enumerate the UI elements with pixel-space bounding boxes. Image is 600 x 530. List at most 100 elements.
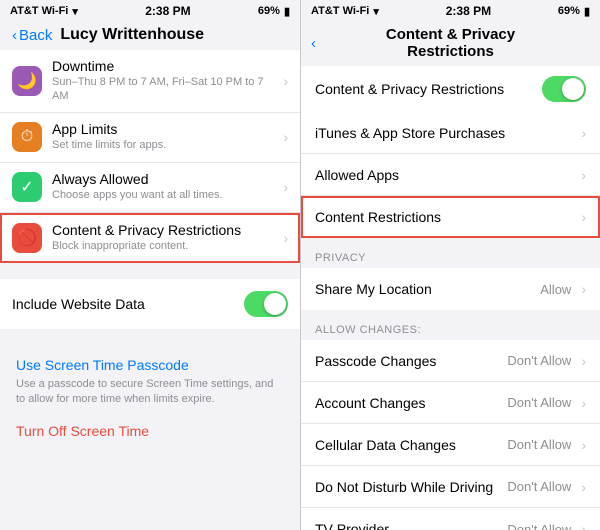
right-status-bar: AT&T Wi-Fi ▾ 2:38 PM 69% ▮ — [301, 0, 600, 22]
do-not-disturb-item[interactable]: Do Not Disturb While Driving Don't Allow… — [301, 466, 600, 508]
cellular-changes-value: Don't Allow — [507, 437, 571, 452]
left-back-chevron: ‹ — [12, 27, 17, 44]
right-status-right: 69% ▮ — [558, 5, 590, 18]
right-time: 2:38 PM — [446, 4, 491, 18]
content-restrictions-chevron: › — [581, 209, 586, 225]
content-privacy-icon: 🚫 — [17, 228, 37, 248]
itunes-title: iTunes & App Store Purchases — [315, 125, 575, 141]
gap-1 — [0, 263, 300, 279]
downtime-icon-bg: 🌙 — [12, 66, 42, 96]
always-allowed-subtitle: Choose apps you want at all times. — [52, 188, 277, 202]
account-changes-chevron: › — [581, 395, 586, 411]
right-status-left: AT&T Wi-Fi ▾ — [311, 5, 379, 18]
allow-changes-header: ALLOW CHANGES: — [301, 310, 600, 340]
tv-provider-value: Don't Allow — [507, 522, 571, 530]
downtime-icon: 🌙 — [17, 71, 37, 91]
account-changes-value: Don't Allow — [507, 395, 571, 410]
privacy-header: PRIVACY — [301, 238, 600, 268]
downtime-subtitle: Sun–Thu 8 PM to 7 AM, Fri–Sat 10 PM to 7… — [52, 75, 277, 104]
website-data-section: Include Website Data — [0, 279, 300, 329]
always-allowed-icon-bg: ✓ — [12, 172, 42, 202]
right-carrier: AT&T Wi-Fi — [311, 5, 369, 17]
do-not-disturb-chevron: › — [581, 479, 586, 495]
app-limits-content: App Limits Set time limits for apps. — [52, 121, 277, 152]
right-back-button[interactable]: ‹ — [311, 35, 316, 52]
app-limits-title: App Limits — [52, 121, 277, 137]
content-privacy-content: Content & Privacy Restrictions Block ina… — [52, 222, 277, 253]
content-privacy-toggle-knob — [562, 78, 584, 100]
left-back-button[interactable]: ‹ Back — [12, 27, 52, 44]
always-allowed-icon: ✓ — [20, 177, 33, 197]
left-carrier: AT&T Wi-Fi — [10, 5, 68, 17]
allowed-apps-item[interactable]: Allowed Apps › — [301, 154, 600, 196]
list-item-app-limits[interactable]: ⏱ App Limits Set time limits for apps. › — [0, 113, 300, 163]
right-main-list: iTunes & App Store Purchases › Allowed A… — [301, 112, 600, 238]
downtime-title: Downtime — [52, 58, 277, 74]
left-time: 2:38 PM — [145, 4, 190, 18]
list-item-downtime[interactable]: 🌙 Downtime Sun–Thu 8 PM to 7 AM, Fri–Sat… — [0, 50, 300, 113]
allowed-apps-title: Allowed Apps — [315, 167, 575, 183]
app-limits-subtitle: Set time limits for apps. — [52, 138, 277, 152]
gap-2 — [0, 329, 300, 345]
passcode-changes-title: Passcode Changes — [315, 353, 507, 369]
list-item-content-privacy[interactable]: 🚫 Content & Privacy Restrictions Block i… — [0, 213, 300, 263]
always-allowed-content: Always Allowed Choose apps you want at a… — [52, 171, 277, 202]
right-panel: AT&T Wi-Fi ▾ 2:38 PM 69% ▮ ‹ Content & P… — [300, 0, 600, 530]
passcode-link[interactable]: Use Screen Time Passcode — [0, 345, 300, 377]
website-data-title: Include Website Data — [12, 296, 244, 312]
right-battery: 69% — [558, 5, 580, 17]
content-privacy-toggle[interactable] — [542, 76, 586, 102]
left-back-label: Back — [19, 27, 52, 44]
privacy-list: Share My Location Allow › — [301, 268, 600, 310]
cellular-changes-item[interactable]: Cellular Data Changes Don't Allow › — [301, 424, 600, 466]
app-limits-chevron: › — [283, 129, 288, 145]
always-allowed-chevron: › — [283, 179, 288, 195]
share-location-chevron: › — [581, 281, 586, 297]
right-battery-icon: ▮ — [584, 5, 590, 18]
right-nav-bar: ‹ Content & Privacy Restrictions — [301, 22, 600, 66]
website-data-toggle[interactable] — [244, 291, 288, 317]
right-nav-title: Content & Privacy Restrictions — [313, 26, 588, 60]
content-restrictions-item[interactable]: Content Restrictions › — [301, 196, 600, 238]
include-website-item[interactable]: Include Website Data — [0, 279, 300, 329]
itunes-purchases-item[interactable]: iTunes & App Store Purchases › — [301, 112, 600, 154]
passcode-changes-item[interactable]: Passcode Changes Don't Allow › — [301, 340, 600, 382]
content-privacy-toggle-item[interactable]: Content & Privacy Restrictions — [301, 66, 600, 112]
share-location-title: Share My Location — [315, 281, 540, 297]
website-toggle-knob — [264, 293, 286, 315]
share-location-item[interactable]: Share My Location Allow › — [301, 268, 600, 310]
cellular-changes-title: Cellular Data Changes — [315, 437, 507, 453]
itunes-chevron: › — [581, 125, 586, 141]
downtime-content: Downtime Sun–Thu 8 PM to 7 AM, Fri–Sat 1… — [52, 58, 277, 104]
tv-provider-item[interactable]: TV Provider Don't Allow › — [301, 508, 600, 530]
right-wifi-icon: ▾ — [373, 5, 379, 18]
app-limits-icon-bg: ⏱ — [12, 122, 42, 152]
left-panel: AT&T Wi-Fi ▾ 2:38 PM 69% ▮ ‹ Back Lucy W… — [0, 0, 300, 530]
tv-provider-chevron: › — [581, 521, 586, 530]
left-wifi-icon: ▾ — [72, 5, 78, 18]
left-battery-icon: ▮ — [284, 5, 290, 18]
left-status-bar: AT&T Wi-Fi ▾ 2:38 PM 69% ▮ — [0, 0, 300, 22]
content-restrictions-title: Content Restrictions — [315, 209, 575, 225]
share-location-value: Allow — [540, 282, 571, 297]
cellular-changes-chevron: › — [581, 437, 586, 453]
content-privacy-toggle-label: Content & Privacy Restrictions — [315, 81, 542, 97]
content-privacy-subtitle: Block inappropriate content. — [52, 239, 277, 253]
list-item-always-allowed[interactable]: ✓ Always Allowed Choose apps you want at… — [0, 163, 300, 213]
content-privacy-chevron: › — [283, 230, 288, 246]
left-nav-bar: ‹ Back Lucy Writtenhouse — [0, 22, 300, 50]
downtime-chevron: › — [283, 73, 288, 89]
content-privacy-icon-bg: 🚫 — [12, 223, 42, 253]
left-nav-title: Lucy Writtenhouse — [60, 26, 204, 44]
left-battery: 69% — [258, 5, 280, 17]
account-changes-item[interactable]: Account Changes Don't Allow › — [301, 382, 600, 424]
passcode-description: Use a passcode to secure Screen Time set… — [0, 377, 300, 420]
do-not-disturb-value: Don't Allow — [507, 479, 571, 494]
left-status-left: AT&T Wi-Fi ▾ — [10, 5, 78, 18]
turn-off-screen-time[interactable]: Turn Off Screen Time — [0, 419, 300, 451]
app-limits-icon: ⏱ — [21, 128, 33, 146]
tv-provider-title: TV Provider — [315, 521, 507, 530]
left-status-right: 69% ▮ — [258, 5, 290, 18]
right-back-chevron: ‹ — [311, 35, 316, 52]
content-privacy-title: Content & Privacy Restrictions — [52, 222, 277, 238]
